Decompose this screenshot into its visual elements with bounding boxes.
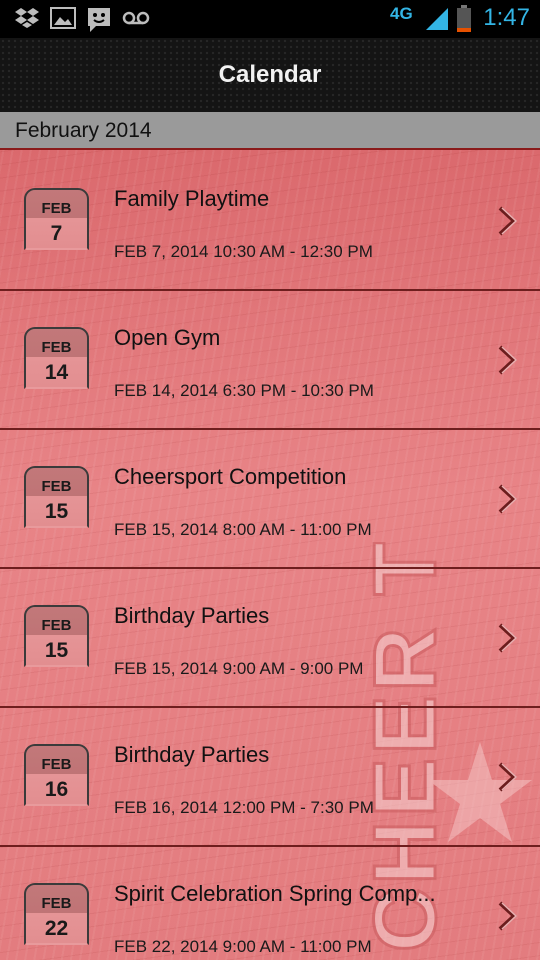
event-row[interactable]: FEB 16 Birthday Parties FEB 16, 2014 12:… (0, 708, 540, 847)
status-bar: 4G 1:47 (0, 0, 540, 38)
screen: 4G 1:47 Calendar February 2014 CHEER TEX… (0, 0, 540, 960)
badge-day: 15 (44, 639, 69, 662)
badge-day: 7 (50, 222, 63, 245)
messaging-icon (86, 6, 112, 39)
badge-month: FEB (41, 895, 72, 912)
event-row[interactable]: FEB 14 Open Gym FEB 14, 2014 6:30 PM - 1… (0, 291, 540, 430)
action-bar: Calendar (0, 38, 540, 112)
date-badge: FEB 15 (24, 466, 89, 528)
event-row[interactable]: FEB 22 Spirit Celebration Spring Comp...… (0, 847, 540, 960)
chevron-right-icon (498, 901, 518, 931)
event-title: Birthday Parties (114, 742, 270, 767)
chevron-right-icon (498, 762, 518, 792)
event-time: FEB 14, 2014 6:30 PM - 10:30 PM (114, 381, 374, 400)
badge-day: 16 (44, 778, 69, 801)
event-title: Spirit Celebration Spring Comp... (114, 881, 436, 906)
badge-month: FEB (41, 339, 72, 356)
date-badge: FEB 22 (24, 883, 89, 945)
event-row[interactable]: FEB 15 Birthday Parties FEB 15, 2014 9:0… (0, 569, 540, 708)
event-title: Family Playtime (114, 186, 270, 211)
badge-day: 15 (44, 500, 69, 523)
battery-icon (456, 5, 472, 38)
month-header: February 2014 (0, 112, 540, 150)
page-title: Calendar (218, 61, 322, 88)
event-title: Cheersport Competition (114, 464, 347, 489)
badge-month: FEB (41, 478, 72, 495)
date-badge: FEB 16 (24, 744, 89, 806)
event-row[interactable]: FEB 7 Family Playtime FEB 7, 2014 10:30 … (0, 152, 540, 291)
badge-month: FEB (41, 756, 72, 773)
chevron-right-icon (498, 484, 518, 514)
date-badge: FEB 7 (24, 188, 89, 250)
calendar-content[interactable]: February 2014 CHEER TEXAS FEB 7 Family P… (0, 112, 540, 960)
image-icon (50, 6, 76, 35)
badge-day: 22 (44, 917, 69, 940)
chevron-right-icon (498, 623, 518, 653)
date-badge: FEB 14 (24, 327, 89, 389)
network-type-label: 4G (390, 4, 413, 23)
signal-icon (424, 6, 450, 37)
badge-day: 14 (44, 361, 69, 384)
badge-month: FEB (41, 200, 72, 217)
chevron-right-icon (498, 345, 518, 375)
voicemail-icon (122, 10, 150, 31)
badge-month: FEB (41, 617, 72, 634)
event-title: Open Gym (114, 325, 221, 350)
event-time: FEB 15, 2014 8:00 AM - 11:00 PM (114, 520, 372, 539)
event-row[interactable]: FEB 15 Cheersport Competition FEB 15, 20… (0, 430, 540, 569)
event-time: FEB 7, 2014 10:30 AM - 12:30 PM (114, 242, 373, 261)
event-time: FEB 15, 2014 9:00 AM - 9:00 PM (114, 659, 364, 678)
event-time: FEB 22, 2014 9:00 AM - 11:00 PM (114, 937, 372, 956)
event-title: Birthday Parties (114, 603, 270, 628)
status-clock: 1:47 (483, 4, 530, 31)
month-label: February 2014 (15, 119, 152, 142)
dropbox-icon (14, 6, 40, 35)
event-time: FEB 16, 2014 12:00 PM - 7:30 PM (114, 798, 374, 817)
chevron-right-icon (498, 206, 518, 236)
date-badge: FEB 15 (24, 605, 89, 667)
